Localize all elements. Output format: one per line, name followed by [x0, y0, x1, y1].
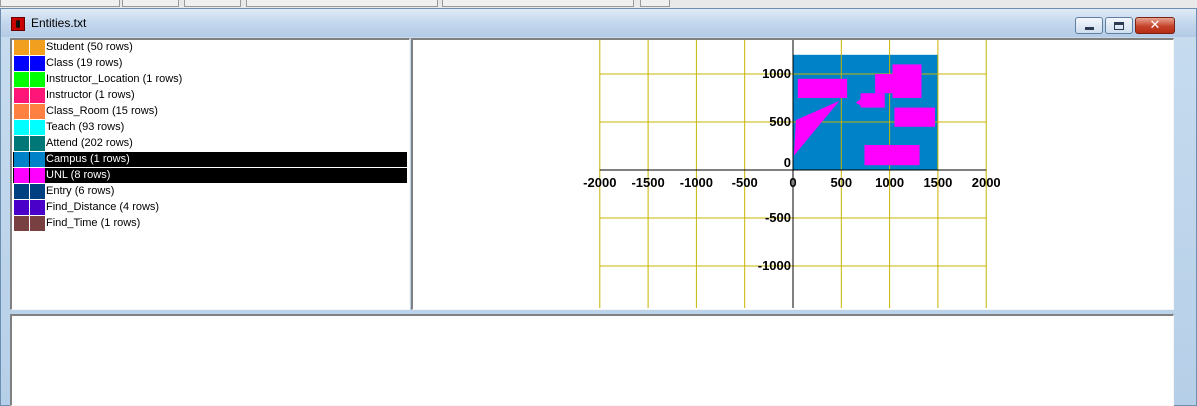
entity-row[interactable]: Instructor_Location (1 rows)	[13, 72, 407, 87]
color-swatch	[30, 136, 45, 151]
color-swatch	[14, 136, 29, 151]
color-swatch	[30, 88, 45, 103]
maximize-icon	[1114, 21, 1124, 30]
x-tick-label: -2000	[583, 175, 616, 190]
color-swatch	[14, 88, 29, 103]
building-shape	[864, 145, 920, 166]
app-icon[interactable]	[11, 17, 25, 31]
color-swatch	[30, 56, 45, 71]
x-tick-label: 0	[789, 175, 796, 190]
entity-row[interactable]: Instructor (1 rows)	[13, 88, 407, 103]
x-tick-label: -500	[732, 175, 758, 190]
entity-row[interactable]: Campus (1 rows)	[13, 152, 407, 167]
x-tick-label: -1500	[631, 175, 664, 190]
x-tick-label: 1000	[875, 175, 904, 190]
entity-label: Find_Distance (4 rows)	[46, 201, 160, 213]
maximize-button[interactable]	[1105, 17, 1133, 34]
entity-list[interactable]: Student (50 rows) Class (19 rows) Instruct…	[10, 38, 410, 310]
color-swatch	[30, 120, 45, 135]
entity-row[interactable]: Find_Time (1 rows)	[13, 216, 407, 231]
entity-row[interactable]: Find_Distance (4 rows)	[13, 200, 407, 215]
color-swatch	[14, 152, 29, 167]
close-button[interactable]: ✕	[1135, 17, 1175, 34]
entities-window: Entities.txt ✕ Student (50 rows) Class (1…	[0, 8, 1197, 406]
entity-label: Entry (6 rows)	[46, 185, 115, 197]
color-swatch	[14, 120, 29, 135]
color-swatch	[14, 72, 29, 87]
toolbar-segment	[122, 0, 179, 7]
entity-label: Campus (1 rows)	[46, 153, 130, 165]
building-shape	[892, 64, 922, 98]
color-swatch	[30, 200, 45, 215]
toolbar-segment	[442, 0, 634, 7]
entity-label: UNL (8 rows)	[46, 169, 111, 181]
building-shape	[894, 107, 936, 127]
color-swatch	[14, 56, 29, 71]
entity-label: Student (50 rows)	[46, 41, 133, 53]
x-tick-label: 1500	[923, 175, 952, 190]
map-canvas[interactable]: -2000 -1500 -1000 -500 0 500 1000 1500 2000 1000 5…	[413, 40, 1172, 308]
toolbar-segment	[0, 0, 120, 7]
close-icon: ✕	[1149, 18, 1161, 33]
x-tick-label: -1000	[680, 175, 713, 190]
toolbar-segment	[184, 0, 241, 7]
entity-row[interactable]: Class_Room (15 rows)	[13, 104, 407, 119]
toolbar-segment	[640, 0, 670, 7]
y-tick-label: 1000	[762, 66, 791, 81]
color-swatch	[30, 72, 45, 87]
output-panel[interactable]	[10, 314, 1174, 406]
color-swatch	[14, 216, 29, 231]
color-swatch	[30, 40, 45, 55]
entity-row[interactable]: UNL (8 rows)	[13, 168, 407, 183]
entity-label: Find_Time (1 rows)	[46, 217, 141, 229]
entity-row[interactable]: Class (19 rows)	[13, 56, 407, 71]
color-swatch	[14, 200, 29, 215]
entity-label: Instructor (1 rows)	[46, 89, 135, 101]
color-swatch	[30, 216, 45, 231]
minimize-icon	[1084, 27, 1094, 30]
entity-label: Instructor_Location (1 rows)	[46, 73, 183, 85]
color-swatch	[30, 152, 45, 167]
entity-row[interactable]: Entry (6 rows)	[13, 184, 407, 199]
building-shape	[797, 78, 848, 98]
entity-row[interactable]: Student (50 rows)	[13, 40, 407, 55]
color-swatch	[30, 104, 45, 119]
color-swatch	[14, 168, 29, 183]
y-tick-label: 500	[769, 114, 791, 129]
title-bar[interactable]: Entities.txt ✕	[1, 9, 1196, 37]
map-view[interactable]: -2000 -1500 -1000 -500 0 500 1000 1500 2000 1000 5…	[411, 38, 1174, 310]
color-swatch	[14, 40, 29, 55]
y-tick-label: -500	[765, 210, 791, 225]
color-swatch	[30, 184, 45, 199]
entity-row[interactable]: Teach (93 rows)	[13, 120, 407, 135]
toolbar-segment	[246, 0, 438, 7]
color-swatch	[14, 184, 29, 199]
x-tick-label: 500	[830, 175, 852, 190]
y-tick-label: -1000	[758, 258, 791, 273]
y-tick-label: 0	[784, 155, 791, 170]
entity-label: Class (19 rows)	[46, 57, 123, 69]
color-swatch	[30, 168, 45, 183]
minimize-button[interactable]	[1075, 17, 1103, 34]
entity-label: Teach (93 rows)	[46, 121, 125, 133]
color-swatch	[14, 104, 29, 119]
entity-label: Class_Room (15 rows)	[46, 105, 158, 117]
window-title: Entities.txt	[31, 16, 87, 30]
x-tick-label: 2000	[972, 175, 1001, 190]
entity-row[interactable]: Attend (202 rows)	[13, 136, 407, 151]
entity-label: Attend (202 rows)	[46, 137, 133, 149]
